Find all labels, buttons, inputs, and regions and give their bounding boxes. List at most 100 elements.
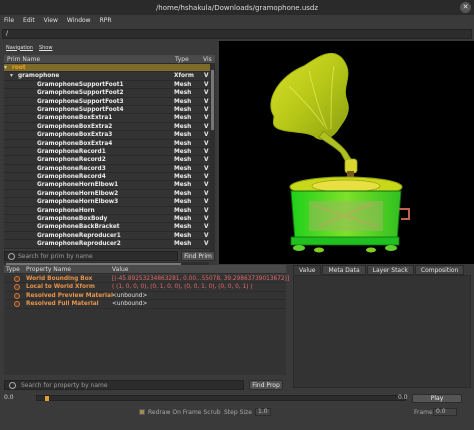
menu-edit[interactable]: Edit bbox=[23, 17, 35, 24]
prim-name: GramophoneRecord3 bbox=[37, 165, 106, 172]
slider-handle[interactable] bbox=[45, 396, 49, 401]
prim-row[interactable]: GramophoneBoxExtra3 Mesh V bbox=[4, 131, 212, 140]
property-search-field[interactable]: Search for property by name bbox=[4, 380, 244, 390]
timeline-start[interactable]: 0.0 bbox=[4, 394, 14, 401]
prim-visibility-toggle[interactable]: V bbox=[204, 207, 209, 215]
prim-visibility-toggle[interactable]: V bbox=[204, 240, 209, 248]
prim-row[interactable]: ▾ root bbox=[4, 64, 212, 73]
menu-rpr[interactable]: RPR bbox=[100, 17, 112, 24]
prim-row[interactable]: GramophoneRecord4 Mesh V bbox=[4, 173, 212, 182]
menu-window[interactable]: Window bbox=[67, 17, 91, 24]
prim-vertical-scrollbar[interactable] bbox=[210, 64, 215, 254]
prim-name: GramophoneReproducer2 bbox=[37, 241, 121, 248]
find-prop-button[interactable]: Find Prop bbox=[249, 380, 283, 390]
prim-row[interactable]: GramophoneRecord2 Mesh V bbox=[4, 156, 212, 165]
path-field[interactable]: / bbox=[2, 29, 472, 39]
prim-row[interactable]: GramophoneHornElbow1 Mesh V bbox=[4, 181, 212, 190]
prim-visibility-toggle[interactable]: V bbox=[204, 114, 209, 122]
prim-row[interactable]: GramophoneHornElbow3 Mesh V bbox=[4, 198, 212, 207]
prim-row[interactable]: GramophoneSupportFoot1 Mesh V bbox=[4, 81, 212, 90]
timeline-end[interactable]: 0.0 bbox=[398, 394, 408, 401]
prim-row[interactable]: GramophoneReproducer1 Mesh V bbox=[4, 232, 212, 241]
column-prim-name[interactable]: Prim Name bbox=[7, 56, 40, 63]
prim-row[interactable]: GramophoneBoxExtra1 Mesh V bbox=[4, 114, 212, 123]
find-prim-button[interactable]: Find Prim bbox=[181, 251, 215, 261]
property-row[interactable]: Local to World Xform ( (1, 0, 0, 0), (0, … bbox=[4, 283, 286, 292]
prim-row[interactable]: GramophoneBoxExtra2 Mesh V bbox=[4, 123, 212, 132]
property-row[interactable]: Resolved Full Material <unbound> bbox=[4, 300, 286, 309]
menu-bar: File Edit View Window RPR bbox=[0, 15, 474, 26]
frame-slider[interactable] bbox=[36, 395, 406, 401]
scroll-thumb[interactable] bbox=[211, 70, 214, 130]
prim-visibility-toggle[interactable]: V bbox=[204, 173, 209, 181]
prim-name: GramophoneBoxBody bbox=[37, 216, 108, 223]
redraw-label: Redraw On Frame Scrub bbox=[148, 409, 221, 416]
prim-visibility-toggle[interactable]: V bbox=[204, 223, 209, 231]
prim-row[interactable]: GramophoneReproducer2 Mesh V bbox=[4, 240, 212, 249]
column-prop-type[interactable]: Type bbox=[6, 266, 20, 273]
prim-name: GramophoneBoxExtra1 bbox=[37, 115, 113, 122]
menu-file[interactable]: File bbox=[4, 17, 14, 24]
tab-layer-stack[interactable]: Layer Stack bbox=[366, 265, 414, 275]
prim-name: GramophoneBoxExtra2 bbox=[37, 123, 113, 130]
tab-value[interactable]: Value bbox=[293, 265, 322, 275]
prim-visibility-toggle[interactable]: V bbox=[204, 190, 209, 198]
prim-row[interactable]: GramophoneRecord3 Mesh V bbox=[4, 165, 212, 174]
prim-visibility-toggle[interactable]: V bbox=[204, 232, 209, 240]
prim-visibility-toggle[interactable]: V bbox=[204, 72, 209, 80]
column-vis[interactable]: Vis bbox=[203, 56, 212, 63]
property-row[interactable]: Resolved Preview Material <unbound> bbox=[4, 292, 286, 301]
prim-visibility-toggle[interactable]: V bbox=[204, 181, 209, 189]
play-button[interactable]: Play bbox=[412, 394, 462, 403]
close-icon[interactable]: ✕ bbox=[460, 2, 471, 13]
prim-search-field[interactable]: Search for prim by name bbox=[4, 251, 178, 261]
prim-row[interactable]: GramophoneBoxExtra4 Mesh V bbox=[4, 140, 212, 148]
prim-visibility-toggle[interactable]: V bbox=[204, 131, 209, 139]
prim-row[interactable]: ▾ gramophone Xform V bbox=[4, 72, 212, 81]
column-value[interactable]: Value bbox=[112, 266, 128, 273]
gramophone-render bbox=[270, 52, 410, 253]
prim-row[interactable]: GramophoneSupportFoot2 Mesh V bbox=[4, 89, 212, 98]
expand-arrow-icon[interactable]: ▾ bbox=[10, 72, 13, 80]
prim-visibility-toggle[interactable]: V bbox=[204, 81, 209, 89]
prim-row[interactable]: GramophoneBackBracket Mesh V bbox=[4, 223, 212, 232]
prim-name: GramophoneHornElbow3 bbox=[37, 199, 119, 206]
prim-name: gramophone bbox=[18, 73, 60, 80]
navigation-menu[interactable]: Navigation bbox=[6, 45, 33, 51]
menu-view[interactable]: View bbox=[44, 17, 58, 24]
prim-row[interactable]: GramophoneHornElbow2 Mesh V bbox=[4, 190, 212, 199]
tab-meta-data[interactable]: Meta Data bbox=[322, 265, 366, 275]
redraw-checkbox[interactable] bbox=[139, 409, 145, 415]
prim-type: Mesh bbox=[174, 199, 192, 206]
property-name: Resolved Preview Material bbox=[26, 292, 113, 299]
prim-row[interactable]: GramophoneHorn Mesh V bbox=[4, 207, 212, 216]
property-value: [(-45.89253234863281, 0.00...55078, 39.2… bbox=[112, 276, 290, 282]
prim-row[interactable]: GramophoneSupportFoot4 Mesh V bbox=[4, 106, 212, 115]
prim-row[interactable]: GramophoneRecord1 Mesh V bbox=[4, 148, 212, 157]
frame-field[interactable]: 0.0 bbox=[433, 408, 457, 416]
prim-visibility-toggle[interactable]: V bbox=[204, 98, 209, 106]
tab-composition[interactable]: Composition bbox=[414, 265, 465, 275]
title-bar: /home/hshakula/Downloads/gramophone.usdz… bbox=[0, 0, 474, 15]
prim-visibility-toggle[interactable]: V bbox=[204, 140, 209, 148]
column-property-name[interactable]: Property Name bbox=[26, 266, 71, 273]
prim-row[interactable]: GramophoneBoxBody Mesh V bbox=[4, 215, 212, 224]
prim-visibility-toggle[interactable]: V bbox=[204, 148, 209, 156]
prim-visibility-toggle[interactable]: V bbox=[204, 215, 209, 223]
prim-visibility-toggle[interactable]: V bbox=[204, 156, 209, 164]
prim-visibility-toggle[interactable]: V bbox=[204, 165, 209, 173]
3d-viewport[interactable] bbox=[219, 41, 474, 264]
show-menu[interactable]: Show bbox=[39, 45, 53, 51]
prim-visibility-toggle[interactable]: V bbox=[204, 123, 209, 131]
prim-visibility-toggle[interactable]: V bbox=[204, 198, 209, 206]
prim-visibility-toggle[interactable]: V bbox=[204, 106, 209, 114]
property-value: <unbound> bbox=[112, 292, 148, 299]
prim-name: GramophoneSupportFoot2 bbox=[37, 90, 124, 97]
column-type[interactable]: Type bbox=[175, 56, 189, 63]
prim-row[interactable]: GramophoneSupportFoot3 Mesh V bbox=[4, 98, 212, 106]
expand-arrow-icon[interactable]: ▾ bbox=[4, 64, 7, 72]
step-size-field[interactable]: 1.0 bbox=[255, 408, 271, 416]
property-row[interactable]: World Bounding Box [(-45.89253234863281, … bbox=[4, 275, 290, 284]
prim-type: Mesh bbox=[174, 115, 192, 122]
prim-visibility-toggle[interactable]: V bbox=[204, 89, 209, 97]
